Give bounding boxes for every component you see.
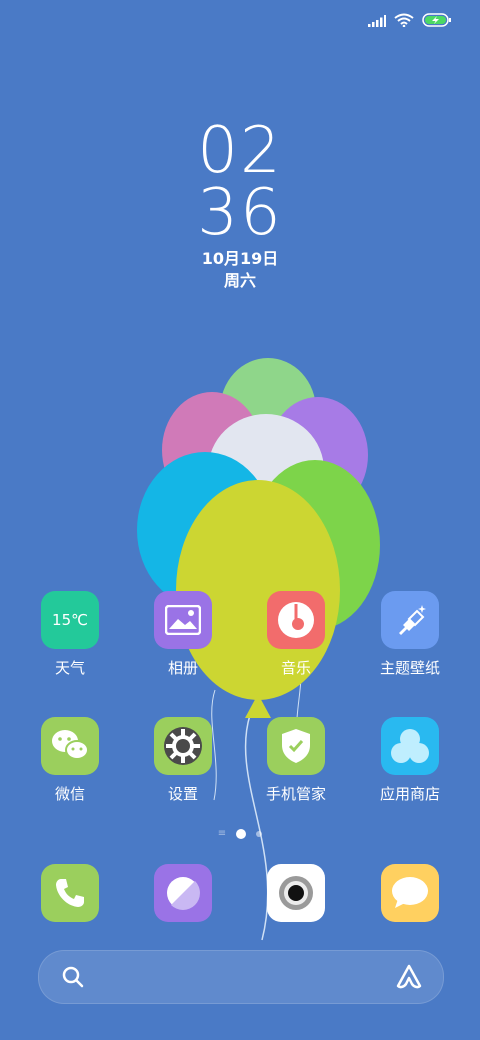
battery-charging-icon bbox=[422, 12, 452, 31]
app-weather[interactable]: 15℃ 天气 bbox=[15, 591, 125, 677]
page-list-icon[interactable]: ≡ bbox=[218, 829, 226, 839]
page-indicator[interactable]: ≡ bbox=[0, 829, 480, 839]
app-themes[interactable]: 主题壁纸 bbox=[355, 591, 465, 677]
app-label: 音乐 bbox=[280, 659, 311, 677]
app-label: 手机管家 bbox=[265, 785, 326, 803]
app-settings[interactable]: 设置 bbox=[128, 717, 238, 803]
brush-icon bbox=[381, 591, 439, 649]
app-wechat[interactable]: 微信 bbox=[15, 717, 125, 803]
weather-temp: 15℃ bbox=[52, 611, 88, 629]
page-dot[interactable] bbox=[256, 831, 263, 837]
app-label: 设置 bbox=[167, 785, 198, 803]
wechat-icon bbox=[41, 717, 99, 775]
dock-phone[interactable] bbox=[15, 864, 125, 922]
app-music[interactable]: 音乐 bbox=[241, 591, 351, 677]
music-icon bbox=[267, 591, 325, 649]
app-label: 应用商店 bbox=[379, 785, 440, 803]
wifi-icon bbox=[394, 12, 414, 31]
clock-hour: 02 bbox=[197, 114, 283, 188]
app-gallery[interactable]: 相册 bbox=[128, 591, 238, 677]
clock-widget[interactable]: 02 36 10月19日 周六 bbox=[0, 114, 480, 292]
app-security[interactable]: 手机管家 bbox=[241, 717, 351, 803]
message-icon bbox=[381, 864, 439, 922]
clock-weekday: 周六 bbox=[223, 271, 256, 290]
weather-icon: 15℃ bbox=[41, 591, 99, 649]
shield-icon bbox=[267, 717, 325, 775]
dock-browser[interactable] bbox=[128, 864, 238, 922]
app-store[interactable]: 应用商店 bbox=[355, 717, 465, 803]
gear-icon bbox=[154, 717, 212, 775]
browser-icon bbox=[154, 864, 212, 922]
assistant-icon[interactable] bbox=[395, 964, 423, 994]
phone-icon bbox=[41, 864, 99, 922]
app-store-icon bbox=[381, 717, 439, 775]
clock-minute: 36 bbox=[197, 176, 283, 250]
app-label: 相册 bbox=[167, 659, 198, 677]
dock-messages[interactable] bbox=[355, 864, 465, 922]
status-bar bbox=[368, 10, 452, 32]
clock-date: 10月19日 bbox=[201, 249, 279, 268]
signal-icon bbox=[368, 12, 386, 31]
app-label: 天气 bbox=[54, 659, 85, 677]
page-dot-active[interactable] bbox=[236, 829, 247, 839]
app-label: 主题壁纸 bbox=[379, 659, 440, 677]
search-bar[interactable] bbox=[38, 950, 444, 1004]
camera-icon bbox=[267, 864, 325, 922]
dock-camera[interactable] bbox=[241, 864, 351, 922]
search-icon[interactable] bbox=[61, 965, 85, 993]
gallery-icon bbox=[154, 591, 212, 649]
app-label: 微信 bbox=[54, 785, 85, 803]
